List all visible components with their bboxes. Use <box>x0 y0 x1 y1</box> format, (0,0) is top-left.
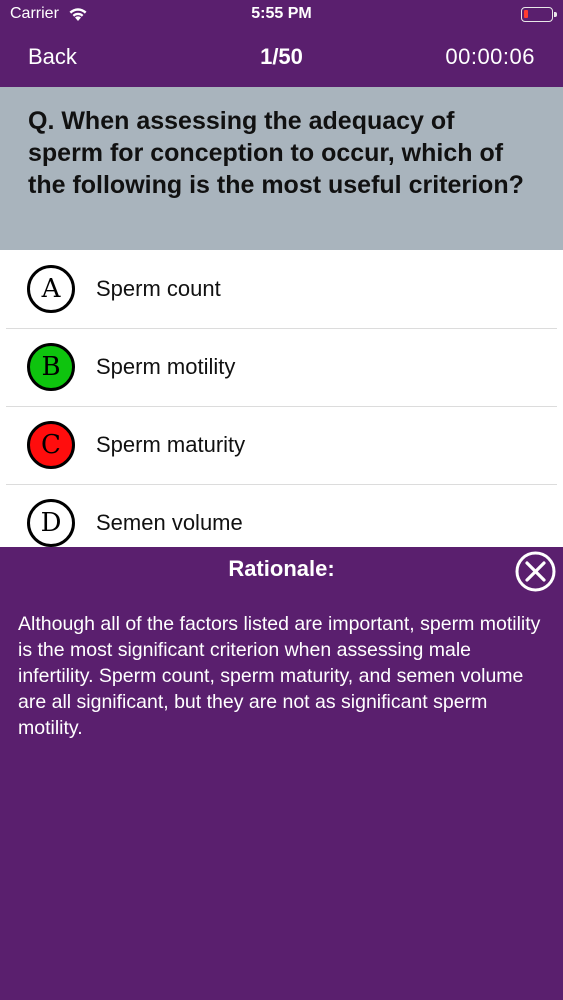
option-c-badge: C <box>27 421 75 469</box>
option-b[interactable]: B Sperm motility <box>0 328 563 406</box>
option-b-label: Sperm motility <box>96 354 236 379</box>
option-a-label: Sperm count <box>96 276 221 301</box>
option-d-label: Semen volume <box>96 510 243 535</box>
close-circle-icon[interactable] <box>515 551 556 592</box>
option-c[interactable]: C Sperm maturity <box>0 406 563 484</box>
option-b-badge: B <box>27 343 75 391</box>
rationale-title: Rationale: <box>228 556 335 581</box>
status-bar: Carrier 5:55 PM <box>0 0 563 30</box>
option-c-label: Sperm maturity <box>96 432 246 457</box>
top-bar: Carrier 5:55 PM Back 1/50 00:00:06 <box>0 0 563 87</box>
question-panel: Q. When assessing the adequacy of sperm … <box>0 87 563 250</box>
answer-options: A Sperm count B Sperm motility C Sperm m… <box>0 250 563 562</box>
status-time: 5:55 PM <box>251 5 312 22</box>
rationale-text: Although all of the factors listed are i… <box>18 613 541 739</box>
option-a-badge: A <box>27 265 75 313</box>
battery-icon <box>521 7 557 22</box>
rationale-panel: Rationale: Although all of the factors l… <box>0 547 563 1000</box>
option-a[interactable]: A Sperm count <box>0 250 563 328</box>
question-text: Q. When assessing the adequacy of sperm … <box>28 107 524 199</box>
option-d-badge: D <box>27 499 75 547</box>
elapsed-timer: 00:00:06 <box>445 44 535 69</box>
battery-level <box>524 10 528 18</box>
